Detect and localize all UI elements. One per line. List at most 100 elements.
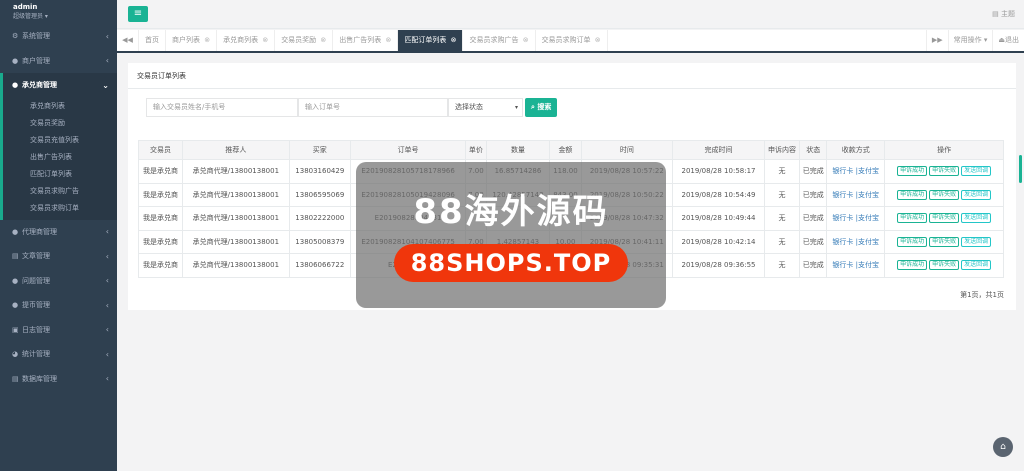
menu-item-16[interactable]: ▤ 数据库管理 ‹ xyxy=(0,367,117,392)
close-icon[interactable]: ⊗ xyxy=(260,36,268,44)
user-icon: ● xyxy=(12,227,19,236)
table-cell: 无 xyxy=(763,253,801,278)
send-callback-button[interactable]: 发送回调 xyxy=(961,260,992,271)
appeal-success-button[interactable]: 申诉成功 xyxy=(897,236,928,247)
submenu-item[interactable]: 匹配订单列表 xyxy=(3,166,117,183)
send-callback-button[interactable]: 发送回调 xyxy=(961,213,992,224)
submenu-item[interactable]: 承兑商列表 xyxy=(3,98,117,115)
appeal-fail-button[interactable]: 申诉失败 xyxy=(929,260,960,271)
pay-methods-link[interactable]: 银行卡 |支付宝 xyxy=(832,261,879,269)
actions-cell: 申诉成功 申诉失败 发送回调 xyxy=(884,206,1004,231)
tab[interactable]: 商户列表 ⊗ xyxy=(166,30,218,51)
menu-item-1[interactable]: ● 商户管理 ‹ xyxy=(0,49,117,74)
tab-next-button[interactable]: ▶▶ xyxy=(925,30,948,51)
menu-label: 承兑商管理 xyxy=(22,81,57,90)
menu-item-acceptor[interactable]: ● 承兑商管理 ⌄ xyxy=(0,73,117,98)
table-cell: 承兑商代理/13800138001 xyxy=(181,229,290,254)
pay-methods-cell: 银行卡 |支付宝 xyxy=(826,159,886,184)
home-icon[interactable]: ⌂ xyxy=(993,437,1013,457)
appeal-fail-button[interactable]: 申诉失败 xyxy=(929,213,960,224)
table-cell: 13806595069 xyxy=(288,182,351,207)
logout-button[interactable]: ⏏退出 xyxy=(992,30,1024,51)
close-icon[interactable]: ⊗ xyxy=(520,36,529,44)
menu-label: 商户管理 xyxy=(22,56,50,65)
chevron-left-icon: ‹ xyxy=(105,276,109,286)
search-button[interactable]: ⌕ 搜索 xyxy=(525,98,558,117)
tab[interactable]: 交易员求购订单 ⊗ xyxy=(536,30,608,51)
menu-item-10[interactable]: ● 代理商管理 ‹ xyxy=(0,220,117,245)
menu-item-14[interactable]: ▣ 日志管理 ‹ xyxy=(0,318,117,343)
table-cell: 我是承兑商 xyxy=(138,229,183,254)
menu-item-13[interactable]: ● 提币管理 ‹ xyxy=(0,293,117,318)
table-cell: 无 xyxy=(763,229,801,254)
chevron-left-icon: ‹ xyxy=(105,300,109,310)
search-icon: ⌕ xyxy=(531,103,535,111)
appeal-success-button[interactable]: 申诉成功 xyxy=(897,260,928,271)
send-callback-button[interactable]: 发送回调 xyxy=(961,189,992,200)
tab[interactable]: 交易员求购广告 ⊗ xyxy=(463,30,536,51)
menu-label: 系统管理 xyxy=(22,32,50,41)
submenu-item[interactable]: 交易员求购广告 xyxy=(3,183,117,200)
tab[interactable]: 出售广告列表 ⊗ xyxy=(333,30,399,51)
search-form: 输入交易员姓名/手机号 输入订单号 选择状态 ▾ ⌕ 搜索 xyxy=(146,98,558,117)
column-header: 买家 xyxy=(288,140,351,160)
appeal-success-button[interactable]: 申诉成功 xyxy=(897,189,928,200)
trader-search-input[interactable]: 输入交易员姓名/手机号 xyxy=(146,98,298,117)
close-icon[interactable]: ⊗ xyxy=(202,36,210,44)
menu-item-15[interactable]: ◕ 统计管理 ‹ xyxy=(0,342,117,367)
submenu-item[interactable]: 出售广告列表 xyxy=(3,149,117,166)
pay-methods-cell: 银行卡 |支付宝 xyxy=(826,182,886,207)
table-cell: 2019/08/28 10:54:49 xyxy=(672,182,765,207)
tab-prev-button[interactable]: ◀◀ xyxy=(117,30,139,51)
user-icon: ● xyxy=(12,81,19,90)
appeal-fail-button[interactable]: 申诉失败 xyxy=(929,166,960,177)
pay-methods-link[interactable]: 银行卡 |支付宝 xyxy=(832,167,879,175)
close-icon[interactable]: ⊗ xyxy=(593,36,601,44)
chevron-left-icon: ‹ xyxy=(105,227,109,237)
appeal-success-button[interactable]: 申诉成功 xyxy=(897,213,928,224)
sidebar: admin 超级管理员 ▾ ⚙ 系统管理 ‹ ● 商户管理 ‹ ● 承兑商管理 ⌄ 承兑商… xyxy=(0,0,117,471)
actions-cell: 申诉成功 申诉失败 发送回调 xyxy=(884,182,1004,207)
menu-toggle-button[interactable]: ≡ xyxy=(128,6,148,22)
table-cell: 无 xyxy=(763,182,801,207)
status-select[interactable]: 选择状态 ▾ xyxy=(448,98,523,117)
pay-methods-link[interactable]: 银行卡 |支付宝 xyxy=(832,238,879,246)
send-callback-button[interactable]: 发送回调 xyxy=(961,236,992,247)
tab[interactable]: 匹配订单列表 ⊗ xyxy=(398,30,464,51)
appeal-fail-button[interactable]: 申诉失败 xyxy=(929,236,960,247)
appeal-fail-button[interactable]: 申诉失败 xyxy=(929,189,960,200)
table-cell: 2019/08/28 10:42:14 xyxy=(672,229,765,254)
table-cell: 13805008379 xyxy=(288,229,351,254)
pay-methods-link[interactable]: 银行卡 |支付宝 xyxy=(832,214,879,222)
tab[interactable]: 交易员奖励 ⊗ xyxy=(275,30,334,51)
pagination-info: 第1页，共1页 xyxy=(960,291,1004,299)
menu-label: 问题管理 xyxy=(22,276,50,285)
menu-item-12[interactable]: ● 问题管理 ‹ xyxy=(0,269,117,294)
table-cell: 已完成 xyxy=(799,182,828,207)
close-icon[interactable]: ⊗ xyxy=(448,36,457,44)
user-profile[interactable]: admin 超级管理员 ▾ xyxy=(0,0,117,24)
tab[interactable]: 首页 xyxy=(139,30,166,51)
scrollbar[interactable] xyxy=(1019,155,1022,183)
theme-button[interactable]: ▤ 主题 xyxy=(992,9,1015,19)
submenu-item[interactable]: 交易员奖励 xyxy=(3,115,117,132)
menu-item-0[interactable]: ⚙ 系统管理 ‹ xyxy=(0,24,117,49)
send-callback-button[interactable]: 发送回调 xyxy=(961,166,992,177)
close-icon[interactable]: ⊗ xyxy=(383,36,392,44)
appeal-success-button[interactable]: 申诉成功 xyxy=(897,166,928,177)
table-cell: 13803160429 xyxy=(288,159,351,184)
common-ops-dropdown[interactable]: 常用操作 ▾ xyxy=(947,30,993,51)
close-icon[interactable]: ⊗ xyxy=(318,36,326,44)
user-role[interactable]: 超级管理员 ▾ xyxy=(13,12,117,21)
table-cell: 我是承兑商 xyxy=(138,206,183,231)
order-number-input[interactable]: 输入订单号 xyxy=(298,98,448,117)
theme-icon: ▤ xyxy=(992,10,999,18)
menu-item-11[interactable]: ▤ 文章管理 ‹ xyxy=(0,244,117,269)
pay-methods-link[interactable]: 银行卡 |支付宝 xyxy=(832,191,879,199)
chevron-left-icon: ‹ xyxy=(105,56,109,66)
submenu-item[interactable]: 交易员求购订单 xyxy=(3,200,117,217)
column-header: 状态 xyxy=(799,140,828,160)
chevron-down-icon: ⌄ xyxy=(102,80,109,90)
tab[interactable]: 承兑商列表 ⊗ xyxy=(217,30,276,51)
submenu-item[interactable]: 交易员充值列表 xyxy=(3,132,117,149)
